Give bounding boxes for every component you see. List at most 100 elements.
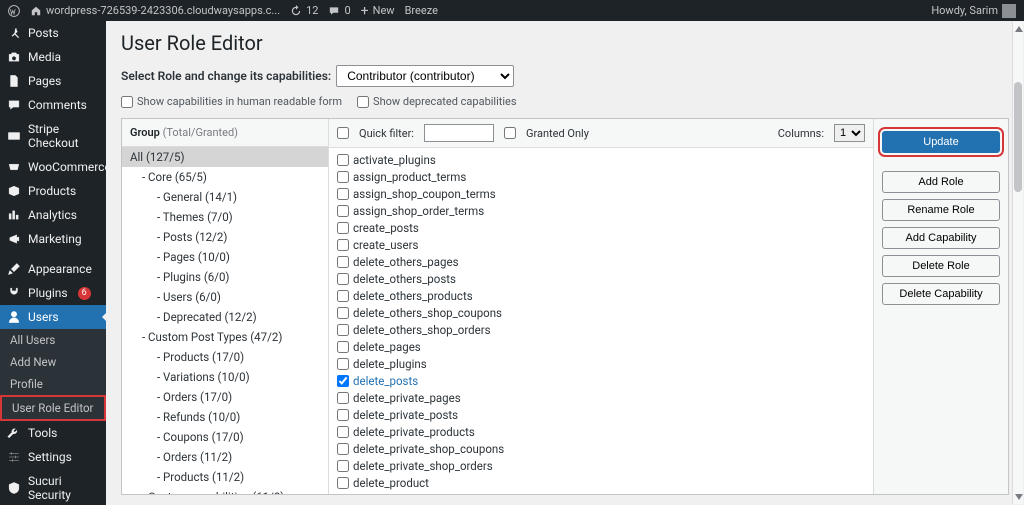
add-capability-button[interactable]: Add Capability — [882, 227, 1000, 249]
sidebar-item-woocommerce[interactable]: WooCommerce — [0, 155, 106, 179]
admin-bar: wordpress-726539-2423306.cloudwaysapps.c… — [0, 0, 1024, 21]
group-row[interactable]: - Orders (17/0) — [122, 387, 328, 407]
sidebar-item-pages[interactable]: Pages — [0, 69, 106, 93]
sidebar-item-comments[interactable]: Comments — [0, 93, 106, 117]
capability-delete_private_pages[interactable]: delete_private_pages — [337, 389, 865, 406]
group-row[interactable]: - Orders (11/2) — [122, 447, 328, 467]
group-row[interactable]: All (127/5) — [122, 147, 328, 167]
capability-delete_others_posts[interactable]: delete_others_posts — [337, 270, 865, 287]
sidebar-item-sucuri-security[interactable]: Sucuri Security — [0, 469, 106, 505]
capability-delete_others_shop_coupons[interactable]: delete_others_shop_coupons — [337, 304, 865, 321]
card-icon — [7, 129, 21, 143]
sidebar-item-stripe-checkout[interactable]: Stripe Checkout — [0, 117, 106, 155]
delete-role-button[interactable]: Delete Role — [882, 255, 1000, 277]
show-human-readable[interactable]: Show capabilities in human readable form — [121, 95, 342, 108]
update-badge: 6 — [78, 287, 91, 300]
group-row[interactable]: - Products (17/0) — [122, 347, 328, 367]
woo-icon — [7, 160, 21, 174]
new-content[interactable]: +New — [361, 3, 395, 19]
group-row[interactable]: - Themes (7/0) — [122, 207, 328, 227]
capability-create_users[interactable]: create_users — [337, 236, 865, 253]
page-title: User Role Editor — [121, 31, 1009, 55]
sidebar-item-appearance[interactable]: Appearance — [0, 257, 106, 281]
capability-assign_product_terms[interactable]: assign_product_terms — [337, 168, 865, 185]
group-row[interactable]: - Custom Post Types (47/2) — [122, 327, 328, 347]
columns-select[interactable]: 1 — [834, 124, 865, 142]
group-row[interactable]: - Refunds (10/0) — [122, 407, 328, 427]
sidebar-item-plugins[interactable]: Plugins6 — [0, 281, 106, 305]
capability-delete_posts[interactable]: delete_posts — [337, 372, 865, 389]
sidebar-item-analytics[interactable]: Analytics — [0, 203, 106, 227]
groups-list: All (127/5)- Core (65/5)- General (14/1)… — [122, 147, 328, 494]
page-scrollbar[interactable] — [1012, 22, 1023, 504]
capability-delete_others_shop_orders[interactable]: delete_others_shop_orders — [337, 321, 865, 338]
sidebar-item-media[interactable]: Media — [0, 45, 106, 69]
box-icon — [7, 184, 21, 198]
comments-count[interactable]: 0 — [328, 4, 350, 17]
group-row[interactable]: - Deprecated (12/2) — [122, 307, 328, 327]
capability-delete_product[interactable]: delete_product — [337, 474, 865, 491]
role-select[interactable]: Contributor (contributor) — [336, 65, 514, 87]
page-icon — [7, 74, 21, 88]
update-button[interactable]: Update — [882, 131, 1000, 153]
capability-delete_product_terms[interactable]: delete_product_terms — [337, 491, 865, 494]
select-role-label: Select Role and change its capabilities: — [121, 69, 331, 83]
main-content: User Role Editor Select Role and change … — [106, 21, 1024, 505]
submenu-add-new[interactable]: Add New — [0, 351, 106, 373]
columns-label: Columns: — [778, 127, 824, 140]
capability-create_posts[interactable]: create_posts — [337, 219, 865, 236]
capability-delete_private_shop_coupons[interactable]: delete_private_shop_coupons — [337, 440, 865, 457]
capability-delete_plugins[interactable]: delete_plugins — [337, 355, 865, 372]
show-deprecated[interactable]: Show deprecated capabilities — [357, 95, 517, 108]
updates-count[interactable]: 12 — [290, 4, 318, 17]
group-row[interactable]: - Products (11/2) — [122, 467, 328, 487]
group-row[interactable]: - General (14/1) — [122, 187, 328, 207]
capability-delete_private_shop_orders[interactable]: delete_private_shop_orders — [337, 457, 865, 474]
sidebar-item-tools[interactable]: Tools — [0, 421, 106, 445]
group-row[interactable]: - Users (6/0) — [122, 287, 328, 307]
select-all-caps[interactable] — [337, 127, 349, 139]
submenu-profile[interactable]: Profile — [0, 373, 106, 395]
capability-delete_pages[interactable]: delete_pages — [337, 338, 865, 355]
sidebar-item-products[interactable]: Products — [0, 179, 106, 203]
capability-assign_shop_order_terms[interactable]: assign_shop_order_terms — [337, 202, 865, 219]
sidebar-item-posts[interactable]: Posts — [0, 21, 106, 45]
groups-panel: Group (Total/Granted) All (127/5)- Core … — [122, 119, 329, 494]
capability-activate_plugins[interactable]: activate_plugins — [337, 151, 865, 168]
sidebar-item-users[interactable]: Users — [0, 305, 106, 329]
group-row[interactable]: - Pages (10/0) — [122, 247, 328, 267]
my-account[interactable]: Howdy, Sarim — [931, 4, 1016, 18]
rename-role-button[interactable]: Rename Role — [882, 199, 1000, 221]
camera-icon — [7, 50, 21, 64]
breeze-menu[interactable]: Breeze — [405, 4, 438, 17]
group-row[interactable]: - Posts (12/2) — [122, 227, 328, 247]
quick-filter-input[interactable] — [424, 124, 494, 142]
group-row[interactable]: - Custom capabilities (61/0) — [122, 487, 328, 494]
capability-delete_others_products[interactable]: delete_others_products — [337, 287, 865, 304]
site-home[interactable]: wordpress-726539-2423306.cloudwaysapps.c… — [30, 4, 280, 17]
sidebar-item-settings[interactable]: Settings — [0, 445, 106, 469]
group-row[interactable]: - Plugins (6/0) — [122, 267, 328, 287]
user-icon — [7, 310, 21, 324]
wp-logo[interactable] — [8, 5, 20, 17]
submenu-user-role-editor[interactable]: User Role Editor — [0, 395, 106, 421]
capabilities-panel: Quick filter: Granted Only Columns: 1 ac… — [329, 119, 873, 494]
submenu-all-users[interactable]: All Users — [0, 329, 106, 351]
megaphone-icon — [7, 232, 21, 246]
delete-capability-button[interactable]: Delete Capability — [882, 283, 1000, 305]
group-row[interactable]: - Coupons (17/0) — [122, 427, 328, 447]
capability-assign_shop_coupon_terms[interactable]: assign_shop_coupon_terms — [337, 185, 865, 202]
capability-delete_others_pages[interactable]: delete_others_pages — [337, 253, 865, 270]
group-row[interactable]: - Variations (10/0) — [122, 367, 328, 387]
avatar — [1002, 4, 1016, 18]
granted-only-check[interactable] — [504, 127, 516, 139]
sidebar-item-marketing[interactable]: Marketing — [0, 227, 106, 251]
pin-icon — [7, 26, 21, 40]
capability-delete_private_posts[interactable]: delete_private_posts — [337, 406, 865, 423]
capability-delete_private_products[interactable]: delete_private_products — [337, 423, 865, 440]
group-row[interactable]: - Core (65/5) — [122, 167, 328, 187]
groups-header: Group (Total/Granted) — [122, 119, 328, 147]
add-role-button[interactable]: Add Role — [882, 171, 1000, 193]
granted-only-label: Granted Only — [526, 127, 589, 140]
brush-icon — [7, 262, 21, 276]
